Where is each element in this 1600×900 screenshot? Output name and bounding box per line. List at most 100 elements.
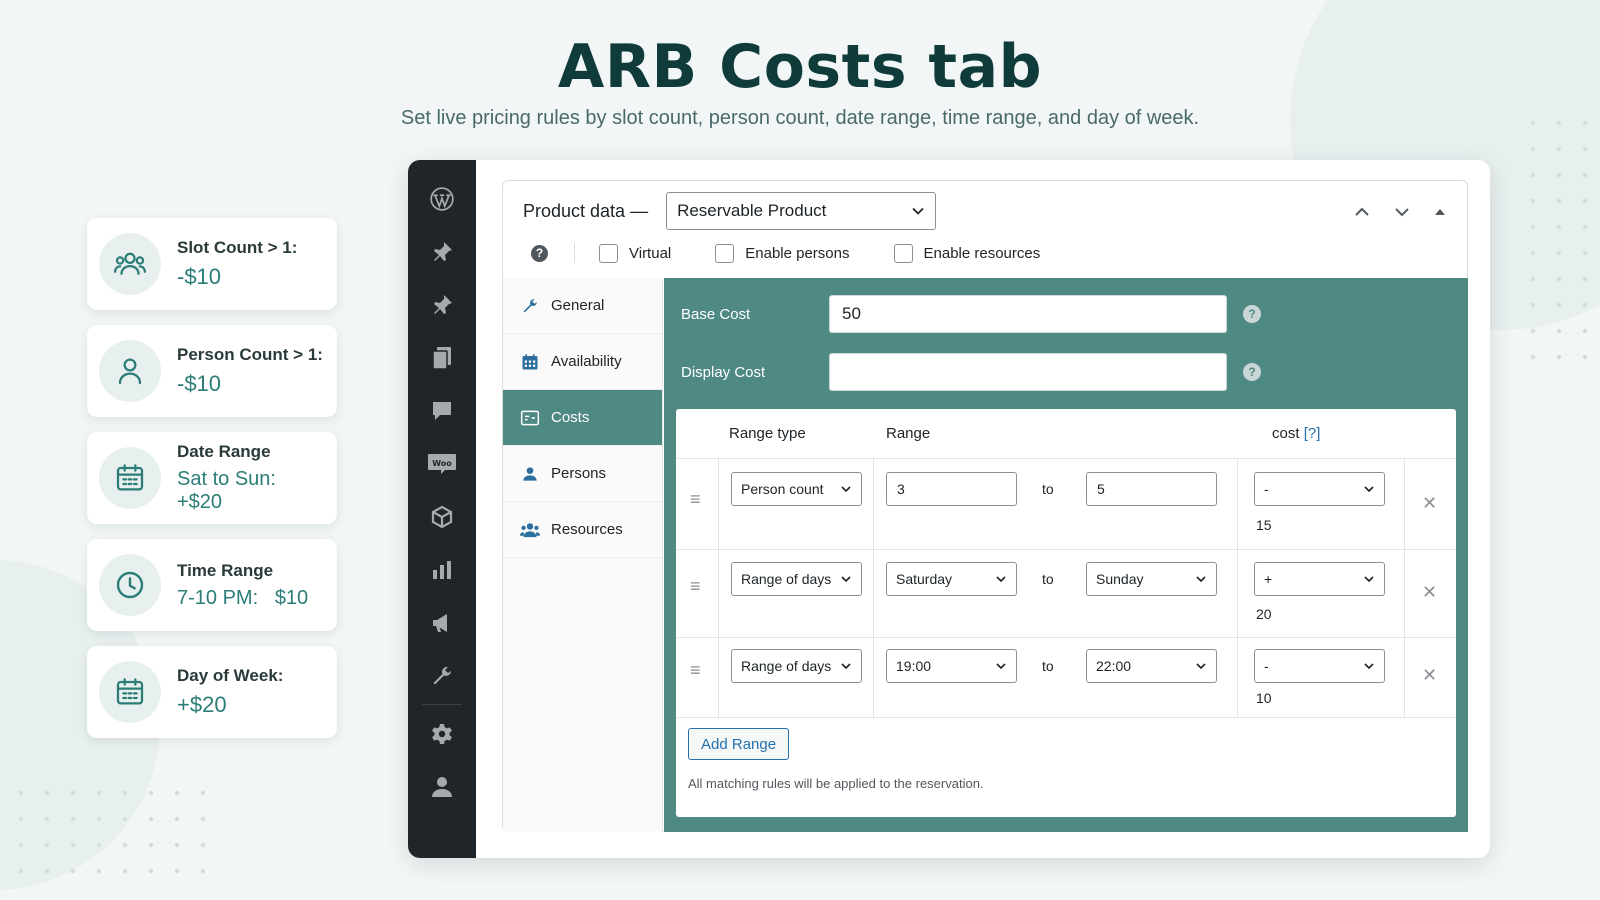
tab-label: Availability: [551, 353, 622, 370]
drag-handle-icon[interactable]: ≡: [690, 576, 701, 597]
move-up-icon[interactable]: [1353, 203, 1371, 221]
table-header: Range type Range cost [?]: [676, 409, 1456, 459]
tab-persons[interactable]: Persons: [503, 446, 662, 502]
wrench-icon: [519, 297, 541, 315]
tab-general[interactable]: General: [503, 278, 662, 334]
remove-row-icon[interactable]: ✕: [1422, 665, 1437, 686]
cost-modifier-value: -: [1264, 481, 1269, 497]
cost-modifier-select[interactable]: +: [1254, 562, 1385, 596]
to-label: to: [1042, 658, 1054, 674]
virtual-option[interactable]: Virtual: [599, 243, 672, 263]
wordpress-logo-icon[interactable]: [408, 172, 476, 225]
panel-controls: [1353, 203, 1447, 221]
page-subtitle: Set live pricing rules by slot count, pe…: [400, 107, 1200, 129]
marketing-icon[interactable]: [408, 596, 476, 649]
move-down-icon[interactable]: [1393, 203, 1411, 221]
range-from-select[interactable]: Saturday: [886, 562, 1017, 596]
woo-icon[interactable]: Woo: [408, 437, 476, 490]
tab-costs[interactable]: Costs: [503, 390, 662, 446]
remove-row-icon[interactable]: ✕: [1422, 493, 1437, 514]
chevron-down-icon: [841, 486, 851, 493]
chevron-down-icon: [912, 207, 924, 215]
enable-resources-checkbox[interactable]: [893, 243, 913, 263]
tools-icon[interactable]: [408, 649, 476, 702]
range-to-select[interactable]: Sunday: [1086, 562, 1217, 596]
card-value: -$10: [177, 371, 222, 396]
product-type-select[interactable]: Reservable Product: [666, 192, 937, 230]
range-type-select[interactable]: Range of days: [731, 562, 862, 596]
pin-icon[interactable]: [408, 225, 476, 278]
cost-modifier-select[interactable]: -: [1254, 649, 1385, 683]
feature-card-time-range: Time Range 7-10 PM: $10: [87, 539, 337, 631]
option-separator: [574, 243, 575, 263]
products-icon[interactable]: [408, 490, 476, 543]
range-type-value: Person count: [741, 481, 824, 497]
card-title: Time Range: [177, 560, 274, 580]
help-icon[interactable]: ?: [1243, 363, 1261, 381]
costs-tab-content: Base Cost 50 ? Display Cost ? Range type…: [664, 278, 1468, 832]
cost-help-link[interactable]: [?]: [1304, 425, 1321, 442]
cost-modifier-select[interactable]: -: [1254, 472, 1385, 506]
cost-modifier-value: +: [1264, 571, 1273, 587]
product-data-label: Product data —: [523, 200, 649, 221]
header-range-type: Range type: [729, 425, 806, 442]
range-type-select[interactable]: Person count: [731, 472, 862, 506]
enable-persons-checkbox[interactable]: [715, 243, 735, 263]
cost-rules-table: Range type Range cost [?] ≡ Person count…: [676, 409, 1456, 817]
person-icon: [519, 465, 541, 483]
table-row: ≡ Person count 3 to 5 - 15 ✕: [676, 459, 1456, 550]
help-icon[interactable]: ?: [1243, 305, 1261, 323]
virtual-label: Virtual: [629, 244, 672, 262]
card-value: -$10: [177, 264, 222, 289]
cost-value[interactable]: 15: [1256, 517, 1272, 533]
display-cost-row: Display Cost ?: [681, 353, 1261, 391]
person-icon: [99, 340, 161, 402]
drag-handle-icon[interactable]: ≡: [690, 489, 701, 510]
feature-card-slot-count: Slot Count > 1: -$10: [87, 218, 337, 310]
tab-availability[interactable]: Availability: [503, 334, 662, 390]
pages-icon[interactable]: [408, 331, 476, 384]
page-title: ARB Costs tab: [557, 32, 1043, 102]
virtual-checkbox[interactable]: [599, 243, 618, 263]
feature-card-date-range: Date Range Sat to Sun: +$20: [87, 432, 337, 524]
base-cost-input[interactable]: 50: [829, 295, 1227, 333]
base-cost-row: Base Cost 50 ?: [681, 295, 1261, 333]
collapse-icon[interactable]: [1433, 205, 1447, 219]
cost-value[interactable]: 10: [1256, 690, 1272, 706]
chevron-down-icon: [841, 576, 851, 583]
pin-icon[interactable]: [408, 278, 476, 331]
analytics-icon[interactable]: [408, 543, 476, 596]
tab-label: Costs: [551, 409, 590, 426]
chevron-down-icon: [841, 663, 851, 670]
tab-resources[interactable]: Resources: [503, 502, 662, 558]
enable-persons-option[interactable]: Enable persons: [715, 243, 850, 263]
enable-resources-option[interactable]: Enable resources: [893, 243, 1041, 263]
admin-window: Woo Product data — Reservable Product ? …: [408, 160, 1490, 858]
users-icon: [519, 521, 541, 539]
feature-cards: Slot Count > 1: -$10 Person Count > 1: -…: [87, 218, 337, 753]
calendar-icon: [99, 661, 161, 723]
svg-text:Woo: Woo: [432, 459, 452, 468]
help-icon[interactable]: ?: [531, 244, 548, 262]
cost-value[interactable]: 20: [1256, 606, 1272, 622]
drag-handle-icon[interactable]: ≡: [690, 660, 701, 681]
range-from-input[interactable]: 3: [886, 472, 1017, 506]
range-type-select[interactable]: Range of days: [731, 649, 862, 683]
cost-modifier-value: -: [1264, 658, 1269, 674]
remove-row-icon[interactable]: ✕: [1422, 582, 1437, 603]
chevron-down-icon: [1196, 576, 1206, 583]
add-range-button[interactable]: Add Range: [688, 728, 790, 760]
enable-resources-label: Enable resources: [923, 244, 1041, 262]
range-from-value: 19:00: [896, 658, 932, 674]
range-to-select[interactable]: 22:00: [1086, 649, 1217, 683]
range-from-select[interactable]: 19:00: [886, 649, 1017, 683]
display-cost-input[interactable]: [829, 353, 1227, 391]
settings-icon[interactable]: [408, 707, 476, 760]
feature-card-day-of-week: Day of Week: +$20: [87, 646, 337, 738]
calendar-icon: [519, 353, 541, 371]
comments-icon[interactable]: [408, 384, 476, 437]
user-icon[interactable]: [408, 760, 476, 813]
range-to-input[interactable]: 5: [1086, 472, 1217, 506]
chevron-down-icon: [996, 663, 1006, 670]
product-type-value: Reservable Product: [677, 201, 827, 220]
